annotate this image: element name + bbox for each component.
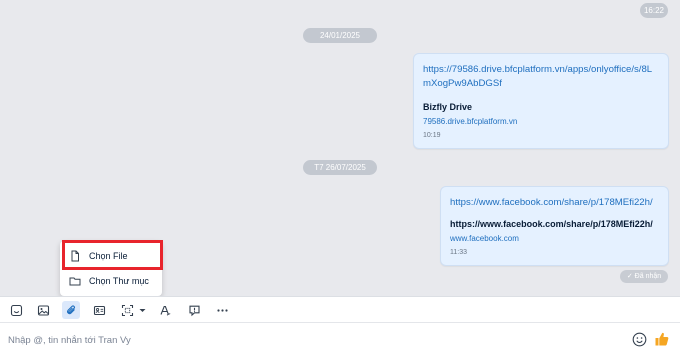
format-text-icon: [159, 305, 170, 316]
more-button[interactable]: [213, 301, 231, 319]
screenshot-icon: [121, 304, 133, 316]
link-preview-title[interactable]: Bizfly Drive: [423, 101, 659, 113]
message-link[interactable]: https://79586.drive.bfcplatform.vn/apps/…: [423, 63, 659, 91]
more-icon: [216, 308, 228, 312]
message-input[interactable]: [8, 332, 608, 348]
image-icon: [37, 304, 49, 316]
quick-message-button[interactable]: [185, 301, 203, 319]
sticker-button[interactable]: [7, 301, 25, 319]
format-text-button[interactable]: [156, 301, 174, 319]
message-time: 10:19: [423, 132, 441, 139]
contact-card-icon: [93, 305, 105, 315]
choose-folder-menu-item[interactable]: Chọn Thư mục: [60, 268, 162, 294]
sticker-icon: [10, 304, 22, 316]
date-separator: T7 26/07/2025: [303, 160, 377, 175]
screenshot-button[interactable]: [118, 301, 136, 319]
chevron-down-icon: [139, 308, 145, 312]
quick-message-icon: [188, 305, 200, 316]
screenshot-options-button[interactable]: [135, 301, 149, 319]
message-time: 11:33: [450, 249, 467, 256]
emoji-button[interactable]: [632, 332, 647, 347]
message-link[interactable]: https://www.facebook.com/share/p/178MEfi…: [450, 196, 659, 210]
delivery-status-text: Đã nhận: [634, 273, 662, 280]
link-preview-title[interactable]: https://www.facebook.com/share/p/178MEfi…: [450, 218, 659, 230]
composer-toolbar: [0, 296, 680, 323]
check-icon: ✓: [626, 273, 633, 280]
emoji-icon: [632, 332, 647, 347]
message-bubble[interactable]: https://www.facebook.com/share/p/178MEfi…: [440, 186, 669, 266]
image-button[interactable]: [34, 301, 52, 319]
highlight-box: [62, 240, 163, 270]
attachment-button[interactable]: [62, 301, 80, 319]
delivery-status-badge: ✓ Đã nhận: [620, 270, 668, 283]
folder-icon: [69, 275, 81, 287]
composer: [0, 323, 680, 356]
link-preview-domain[interactable]: 79586.drive.bfcplatform.vn: [423, 116, 659, 127]
link-preview-domain[interactable]: www.facebook.com: [450, 233, 659, 244]
contact-card-button[interactable]: [90, 301, 108, 319]
menu-item-label: Chọn Thư mục: [89, 276, 149, 286]
time-separator: 16:22: [640, 3, 668, 18]
date-separator: 24/01/2025: [303, 28, 377, 43]
attachment-icon: [66, 304, 75, 314]
message-bubble[interactable]: https://79586.drive.bfcplatform.vn/apps/…: [413, 53, 669, 149]
like-button[interactable]: [654, 331, 670, 347]
thumbs-up-icon: [655, 332, 669, 346]
